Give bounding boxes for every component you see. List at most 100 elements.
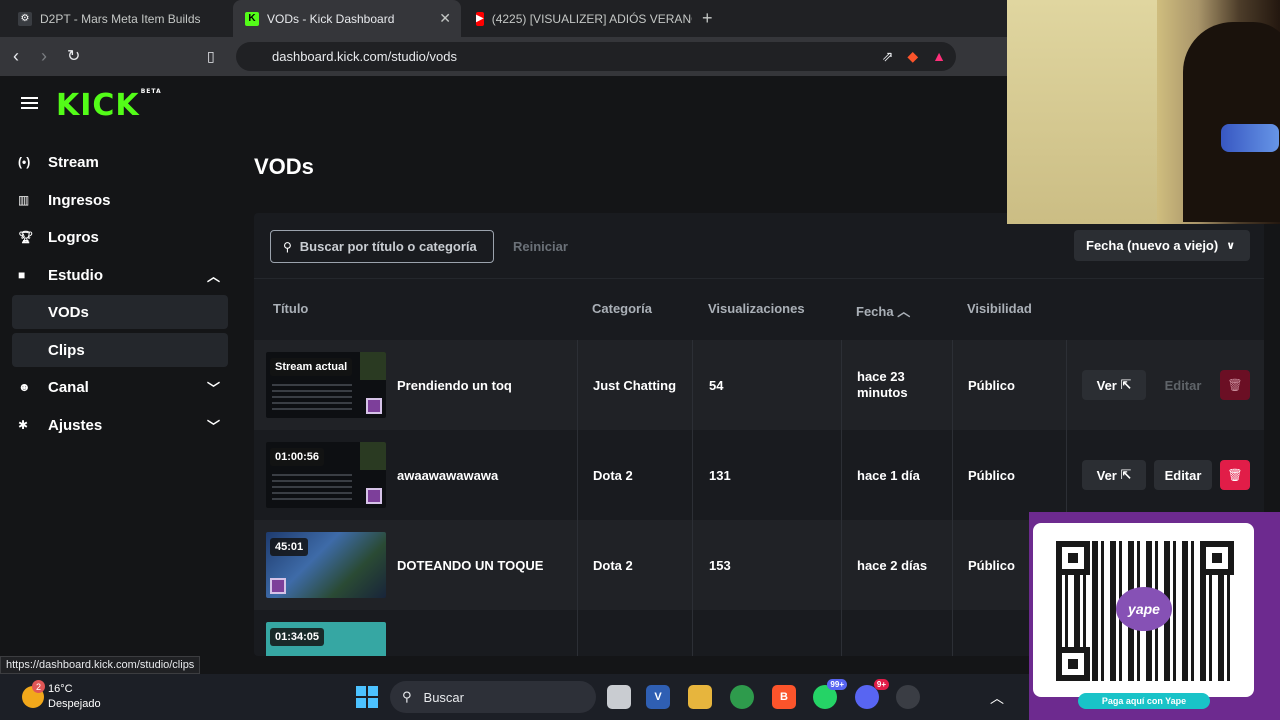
edit-button[interactable]: Editar [1154, 460, 1212, 490]
vod-date: hace 1 día [857, 467, 920, 483]
close-icon[interactable]: ✕ [439, 10, 451, 27]
sort-asc-icon: ︿ [897, 304, 911, 319]
column-visibility[interactable]: Visibilidad [967, 301, 1032, 316]
status-url: https://dashboard.kick.com/studio/clips [0, 656, 201, 674]
address-bar[interactable]: dashboard.kick.com/studio/vods ⇗ ◆ ▲ [236, 42, 956, 71]
column-date[interactable]: Fecha ︿ [856, 301, 910, 320]
tab-d2pt[interactable]: ⚙ D2PT - Mars Meta Item Builds [6, 0, 230, 37]
new-tab-icon[interactable]: + [702, 8, 713, 29]
qr-code: yape [1033, 523, 1254, 697]
sidebar: KICKBETA (•) Stream ▥ Ingresos 🏆︎ Logros… [0, 76, 240, 656]
vod-date: hace 2 días [857, 557, 928, 573]
delete-button[interactable]: 🗑︎ [1220, 370, 1250, 400]
screen: ⚙ D2PT - Mars Meta Item Builds K VODs - … [0, 0, 1280, 720]
column-title[interactable]: Título [273, 301, 308, 316]
bookmark-icon[interactable]: ▯ [207, 48, 215, 65]
menu-icon[interactable] [21, 97, 38, 109]
duration-badge: 01:00:56 [270, 448, 325, 466]
duration-badge: 45:01 [270, 538, 309, 556]
sidebar-item-ajustes[interactable]: ✱ Ajustes ﹀ [12, 408, 228, 442]
edit-button[interactable]: Editar [1154, 370, 1212, 400]
vod-category: Just Chatting [593, 377, 677, 393]
vod-visibility: Público [968, 377, 1015, 393]
vod-date: hace 23 minutos [857, 369, 908, 400]
whatsapp-icon[interactable]: 99+ [813, 679, 847, 709]
sidebar-item-clips[interactable]: Clips [12, 333, 228, 367]
video-icon: ■ [18, 268, 26, 282]
brave-shield-icon[interactable]: ◆ [907, 48, 918, 65]
search-icon: ⚲ [402, 689, 412, 704]
sidebar-item-ingresos[interactable]: ▥ Ingresos [12, 183, 228, 217]
chevron-down-icon: ∨ [1226, 240, 1236, 252]
vod-views: 131 [709, 467, 731, 483]
vscode-icon[interactable]: V [646, 685, 670, 709]
vod-title: awaawawawawa [397, 467, 499, 483]
vod-category: Dota 2 [593, 557, 633, 573]
chevron-down-icon: ﹀ [206, 418, 220, 434]
chrome-icon[interactable] [730, 685, 754, 709]
kick-icon: K [245, 11, 259, 26]
chevron-up-icon[interactable]: ︿ [990, 688, 1004, 708]
vod-visibility: Público [968, 557, 1015, 573]
column-views[interactable]: Visualizaciones [708, 301, 805, 316]
d2pt-icon: ⚙ [18, 11, 32, 26]
vod-thumbnail[interactable]: Stream actual [266, 352, 386, 418]
trash-icon: 🗑︎ [1227, 468, 1243, 482]
reset-button[interactable]: Reiniciar [513, 239, 568, 254]
external-link-icon: ⇱ [1120, 467, 1132, 482]
webcam-overlay [1007, 0, 1280, 224]
vod-thumbnail[interactable]: 45:01 [266, 532, 386, 598]
file-explorer-icon[interactable] [688, 685, 712, 709]
sidebar-item-vods[interactable]: VODs [12, 295, 228, 329]
live-badge: Stream actual [270, 358, 353, 376]
vod-category: Dota 2 [593, 467, 633, 483]
page-title: VODs [254, 154, 314, 179]
view-button[interactable]: Ver ⇱ [1082, 460, 1146, 490]
vod-title: DOTEANDO UN TOQUE [397, 557, 544, 573]
delete-button[interactable]: 🗑︎ [1220, 460, 1250, 490]
table-row: Stream actual Prendiendo un toq Just Cha… [254, 340, 1264, 430]
windows-start-icon[interactable] [356, 686, 378, 708]
yape-logo: yape [1116, 587, 1172, 631]
external-link-icon: ⇱ [1120, 377, 1132, 392]
table-header: Título Categoría Visualizaciones Fecha ︿… [254, 278, 1264, 340]
share-icon[interactable]: ⇗ [882, 48, 894, 65]
discord-icon[interactable]: 9+ [855, 679, 889, 709]
vod-thumbnail[interactable]: 01:34:05 [266, 622, 386, 656]
sun-icon: 2 [22, 680, 45, 708]
sidebar-item-estudio[interactable]: ■ Estudio ︿ [12, 258, 228, 292]
kick-logo[interactable]: KICKBETA [56, 88, 162, 123]
tab-youtube[interactable]: ▶ (4225) [VISUALIZER] ADIÓS VERANO [464, 0, 692, 37]
yape-caption: Paga aquí con Yape [1078, 693, 1210, 709]
view-button[interactable]: Ver ⇱ [1082, 370, 1146, 400]
forward-icon[interactable]: › [41, 46, 47, 67]
gear-icon: ✱ [18, 418, 29, 432]
chevron-up-icon: ︿ [206, 268, 220, 284]
sidebar-item-stream[interactable]: (•) Stream [12, 145, 228, 179]
task-view-icon[interactable] [607, 685, 631, 709]
search-input[interactable]: ⚲ Buscar por título o categoría [270, 230, 494, 263]
taskbar-search[interactable]: ⚲ Buscar [390, 681, 596, 713]
sort-dropdown[interactable]: Fecha (nuevo a viejo) ∨ [1074, 230, 1250, 261]
sidebar-item-canal[interactable]: ☻ Canal ﹀ [12, 370, 228, 404]
weather-widget[interactable]: 2 16°C Despejado [22, 680, 101, 712]
obs-icon[interactable] [896, 685, 920, 709]
brave-icon[interactable]: B [772, 685, 796, 709]
chevron-down-icon: ﹀ [206, 380, 220, 396]
tab-kick-dashboard[interactable]: K VODs - Kick Dashboard ✕ [233, 0, 461, 37]
chart-icon: ▥ [18, 193, 30, 207]
broadcast-icon: (•) [18, 155, 31, 169]
sidebar-item-logros[interactable]: 🏆︎ Logros [12, 220, 228, 254]
vod-thumbnail[interactable]: 01:00:56 [266, 442, 386, 508]
youtube-icon: ▶ [476, 11, 484, 26]
back-icon[interactable]: ‹ [13, 46, 19, 67]
column-category[interactable]: Categoría [592, 301, 652, 316]
users-icon: ☻ [18, 380, 31, 394]
vod-views: 54 [709, 377, 724, 393]
vod-title: Prendiendo un toq [397, 377, 512, 393]
vod-visibility: Público [968, 467, 1015, 483]
trophy-icon: 🏆︎ [18, 230, 34, 244]
brave-rewards-icon[interactable]: ▲ [932, 48, 946, 65]
table-row: 01:00:56 awaawawawawa Dota 2 131 hace 1 … [254, 430, 1264, 520]
reload-icon[interactable]: ↻ [67, 46, 80, 66]
